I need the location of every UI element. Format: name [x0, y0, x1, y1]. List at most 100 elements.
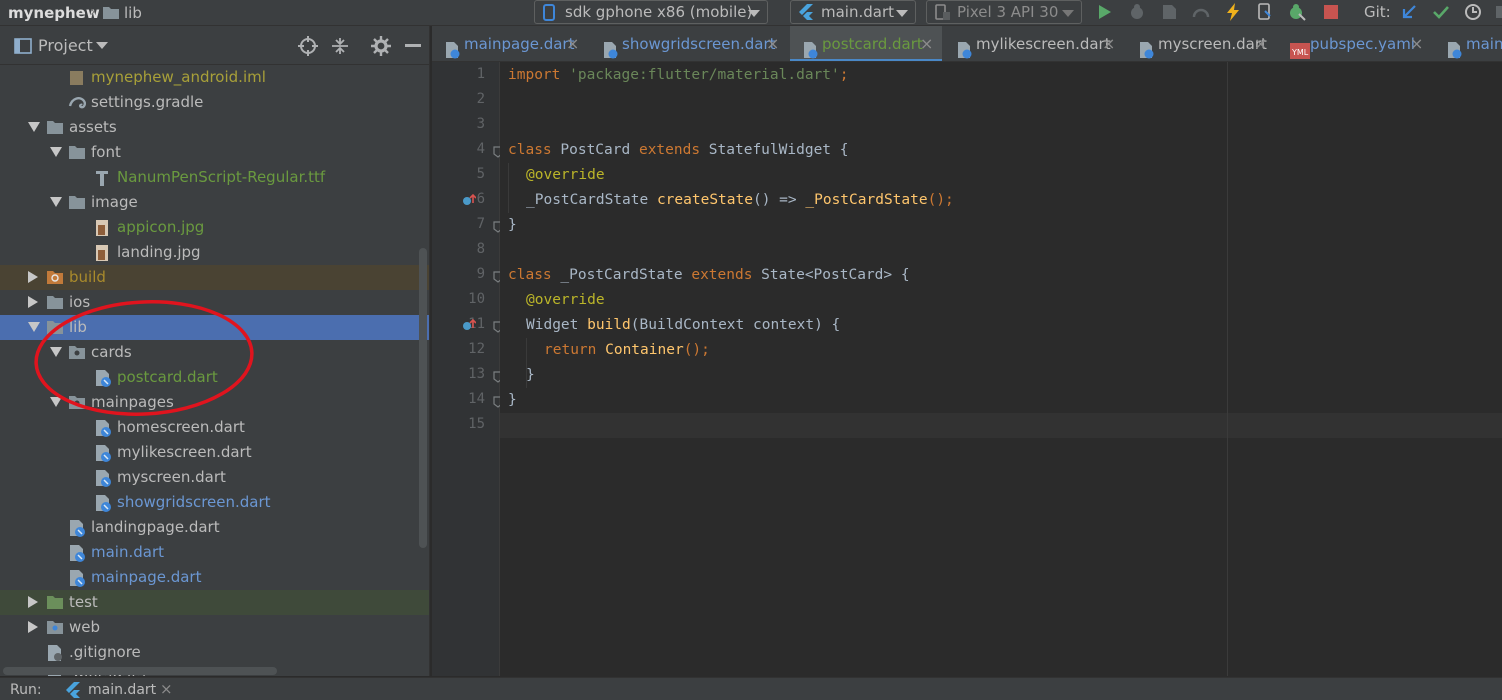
tab-postcard-dart[interactable]: postcard.dart × — [790, 26, 942, 61]
expand-arrow-icon[interactable] — [50, 347, 62, 357]
git-commit-icon[interactable] — [1430, 2, 1452, 22]
tree-item-label: showgridscreen.dart — [117, 493, 271, 511]
code-line-7: } — [508, 217, 517, 233]
tree-item-ios[interactable]: ios — [0, 290, 429, 315]
history-icon[interactable] — [1462, 2, 1484, 22]
close-icon[interactable]: × — [1410, 26, 1423, 61]
tree-item-showgridscreen-dart[interactable]: showgridscreen.dart — [0, 490, 429, 515]
emulator-selector[interactable]: Pixel 3 API 30 — [926, 0, 1082, 24]
tree-item-settings-gradle[interactable]: settings.gradle — [0, 90, 429, 115]
folder-icon — [102, 5, 120, 24]
expand-arrow-icon[interactable] — [50, 147, 62, 157]
tab-pubspec-yaml[interactable]: YML pubspec.yaml × — [1278, 26, 1432, 61]
dart-file-icon — [1138, 36, 1154, 61]
tree-item-landing-jpg[interactable]: landing.jpg — [0, 240, 429, 265]
gradle-icon — [68, 94, 86, 111]
override-marker-icon[interactable] — [462, 193, 477, 211]
line-number: 10 — [468, 291, 485, 307]
hot-reload-icon[interactable] — [1222, 2, 1244, 22]
flutter-icon — [799, 4, 813, 27]
tree-item-mylikescreen-dart[interactable]: mylikescreen.dart — [0, 440, 429, 465]
tab-showgridscreen-dart[interactable]: showgridscreen.dart × — [590, 26, 788, 61]
code-line-6: _PostCardState createState() => _PostCar… — [526, 192, 954, 208]
override-marker-icon[interactable] — [462, 318, 477, 336]
git-more-icon[interactable] — [1490, 2, 1502, 22]
code-line-5: @override — [526, 167, 605, 183]
test-folder-icon — [46, 594, 64, 611]
chevron-down-icon[interactable] — [96, 42, 108, 49]
locate-file-icon[interactable] — [297, 35, 319, 57]
tab-myscreen-dart[interactable]: myscreen.dart × — [1126, 26, 1276, 61]
tree-item-myscreen-dart[interactable]: myscreen.dart — [0, 465, 429, 490]
tab-main[interactable]: main — [1434, 26, 1502, 61]
tree-item-mynephew-android-iml[interactable]: mynephew_android.iml — [0, 65, 429, 90]
tree-item-postcard-dart[interactable]: postcard.dart — [0, 365, 429, 390]
chevron-down-icon — [748, 10, 760, 17]
tab-mylikescreen-dart[interactable]: mylikescreen.dart × — [944, 26, 1124, 61]
close-icon[interactable]: × — [566, 26, 579, 61]
tree-item-nanum-pen-script-ttf[interactable]: NanumPenScript-Regular.ttf — [0, 165, 429, 190]
tree-item-test[interactable]: test — [0, 590, 429, 615]
hot-restart-icon[interactable] — [1254, 2, 1276, 22]
line-number: 12 — [468, 341, 485, 357]
project-panel-title[interactable]: Project — [38, 36, 93, 55]
dart-file-icon — [1446, 36, 1462, 61]
close-icon[interactable]: × — [1254, 26, 1267, 61]
run-icon[interactable] — [1094, 2, 1116, 22]
git-update-icon[interactable] — [1398, 2, 1420, 22]
tree-item-cards[interactable]: cards — [0, 340, 429, 365]
tree-item-lib[interactable]: lib — [0, 315, 429, 340]
run-tab-main-dart[interactable]: main.dart — [64, 682, 156, 698]
close-icon[interactable]: × — [766, 26, 779, 61]
close-icon[interactable]: × — [920, 26, 933, 61]
tree-item-mainpages[interactable]: mainpages — [0, 390, 429, 415]
collapse-arrow-icon[interactable] — [28, 596, 38, 608]
expand-arrow-icon[interactable] — [50, 197, 62, 207]
tree-item-web[interactable]: web — [0, 615, 429, 640]
minimize-icon[interactable] — [402, 35, 424, 57]
collapse-all-icon[interactable] — [329, 35, 351, 57]
code-editor[interactable]: import 'package:flutter/material.dart'; … — [500, 62, 1502, 676]
attach-debugger-icon[interactable] — [1286, 2, 1308, 22]
project-panel: Project mynephew_android.iml settings.gra… — [0, 26, 430, 676]
tab-mainpage-dart[interactable]: mainpage.dart × — [432, 26, 588, 61]
line-number: 1 — [476, 66, 485, 82]
tree-item-label: appicon.jpg — [117, 218, 205, 236]
phone-icon — [543, 4, 555, 27]
tree-item-gitignore[interactable]: .gitignore — [0, 640, 429, 665]
expand-arrow-icon[interactable] — [28, 322, 40, 332]
tree-item-font[interactable]: font — [0, 140, 429, 165]
collapse-arrow-icon[interactable] — [28, 271, 38, 283]
tree-item-label: cards — [91, 343, 132, 361]
debug-icon[interactable] — [1126, 2, 1148, 22]
run-config-label: main.dart — [821, 3, 895, 21]
tree-item-homescreen-dart[interactable]: homescreen.dart — [0, 415, 429, 440]
gear-icon[interactable] — [370, 35, 392, 57]
tree-item-appicon-jpg[interactable]: appicon.jpg — [0, 215, 429, 240]
breadcrumb-folder[interactable]: lib — [124, 3, 142, 23]
tree-item-label: mainpage.dart — [91, 568, 202, 586]
project-view-icon — [14, 38, 32, 58]
expand-arrow-icon[interactable] — [28, 122, 40, 132]
tree-item-image[interactable]: image — [0, 190, 429, 215]
coverage-icon[interactable] — [1158, 2, 1180, 22]
expand-arrow-icon[interactable] — [50, 397, 62, 407]
close-icon[interactable]: × — [1102, 26, 1115, 61]
collapse-arrow-icon[interactable] — [28, 296, 38, 308]
collapse-arrow-icon[interactable] — [28, 621, 38, 633]
tree-vertical-scrollbar[interactable] — [419, 248, 427, 548]
tree-item-main-dart[interactable]: main.dart — [0, 540, 429, 565]
tree-item-label: ios — [69, 293, 91, 311]
close-icon[interactable]: × — [160, 680, 173, 698]
tree-item-landingpage-dart[interactable]: landingpage.dart — [0, 515, 429, 540]
tree-horizontal-scrollbar[interactable] — [3, 667, 277, 675]
tree-item-assets[interactable]: assets — [0, 115, 429, 140]
run-config-selector[interactable]: main.dart — [790, 0, 916, 24]
stop-icon[interactable] — [1320, 2, 1342, 22]
tree-item-mainpage-dart[interactable]: mainpage.dart — [0, 565, 429, 590]
breadcrumb-project[interactable]: mynephew — [8, 3, 100, 23]
profiler-icon[interactable] — [1190, 2, 1212, 22]
tree-item-build[interactable]: build — [0, 265, 429, 290]
tree-item-label: font — [91, 143, 121, 161]
device-selector[interactable]: sdk gphone x86 (mobile) — [534, 0, 768, 24]
